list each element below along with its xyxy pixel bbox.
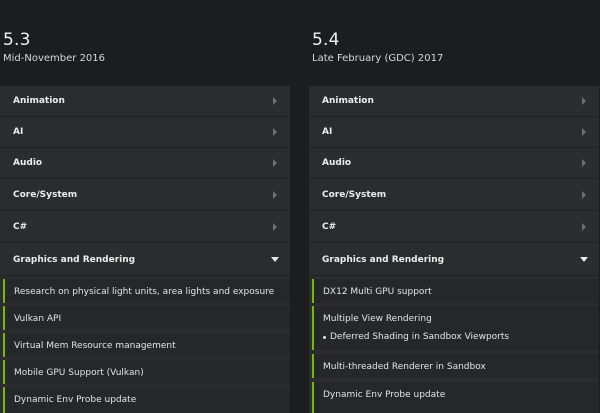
list-item: Dynamic Env Probe update (312, 382, 599, 413)
category-ai[interactable]: AI (0, 117, 290, 148)
release-column-5-3: 5.3 Mid-November 2016 Animation AI Audio… (0, 0, 290, 413)
category-csharp[interactable]: C# (309, 212, 599, 243)
category-animation[interactable]: Animation (0, 86, 290, 117)
category-core-system[interactable]: Core/System (0, 180, 290, 211)
item-label: Mobile GPU Support (Vulkan) (14, 368, 144, 378)
item-label: Multi-threaded Renderer in Sandbox (323, 362, 486, 372)
chevron-right-icon (582, 223, 586, 231)
sub-item-label: Deferred Shading in Sandbox Viewports (330, 332, 510, 342)
chevron-right-icon (582, 191, 586, 199)
category-label: Audio (13, 158, 43, 168)
category-label: AI (322, 127, 333, 137)
caret-down-icon (580, 257, 588, 262)
category-label: Core/System (13, 190, 78, 200)
chevron-right-icon (582, 128, 586, 136)
category-label: Graphics and Rendering (322, 255, 445, 265)
list-item: Multi-threaded Renderer in Sandbox (312, 354, 599, 378)
item-label: Dynamic Env Probe update (323, 390, 446, 400)
list-item: Virtual Mem Resource management (3, 333, 290, 357)
chevron-right-icon (582, 97, 586, 105)
list-item: DX12 Multi GPU support (312, 279, 599, 303)
item-label: Virtual Mem Resource management (14, 341, 176, 351)
category-audio[interactable]: Audio (0, 148, 290, 179)
release-date: Mid-November 2016 (3, 53, 106, 64)
item-label: Vulkan API (14, 314, 62, 324)
caret-down-icon (271, 257, 279, 262)
list-item: Dynamic Env Probe update (3, 387, 290, 413)
list-item: Vulkan API (3, 306, 290, 330)
chevron-right-icon (273, 128, 277, 136)
category-label: Graphics and Rendering (13, 255, 136, 265)
category-audio[interactable]: Audio (309, 148, 599, 179)
item-label: Research on physical light units, area l… (14, 287, 275, 297)
release-column-5-4: 5.4 Late February (GDC) 2017 Animation A… (309, 0, 599, 413)
category-label: C# (13, 222, 28, 232)
chevron-right-icon (273, 159, 277, 167)
category-panel: Animation AI Audio Core/System C# Graphi… (309, 86, 599, 413)
category-label: Animation (13, 96, 65, 106)
chevron-right-icon (582, 159, 586, 167)
category-graphics-rendering[interactable]: Graphics and Rendering (0, 245, 290, 276)
chevron-right-icon (273, 97, 277, 105)
item-label: Dynamic Env Probe update (14, 395, 137, 405)
category-core-system[interactable]: Core/System (309, 180, 599, 211)
version-title: 5.4 (312, 30, 340, 50)
release-date: Late February (GDC) 2017 (312, 53, 444, 64)
bullet-icon (323, 336, 326, 339)
item-label: DX12 Multi GPU support (323, 287, 432, 297)
category-csharp[interactable]: C# (0, 212, 290, 243)
item-label: Multiple View Rendering (323, 314, 432, 324)
category-label: Core/System (322, 190, 387, 200)
category-graphics-rendering[interactable]: Graphics and Rendering (309, 245, 599, 276)
list-item: Mobile GPU Support (Vulkan) (3, 360, 290, 384)
category-label: C# (322, 222, 337, 232)
chevron-right-icon (273, 191, 277, 199)
category-animation[interactable]: Animation (309, 86, 599, 117)
category-panel: Animation AI Audio Core/System C# Graphi… (0, 86, 290, 413)
category-label: Audio (322, 158, 352, 168)
version-title: 5.3 (3, 30, 31, 50)
chevron-right-icon (273, 223, 277, 231)
category-label: Animation (322, 96, 374, 106)
category-ai[interactable]: AI (309, 117, 599, 148)
list-item: Multiple View Rendering Deferred Shading… (312, 306, 599, 350)
category-label: AI (13, 127, 24, 137)
list-item: Research on physical light units, area l… (3, 279, 290, 303)
